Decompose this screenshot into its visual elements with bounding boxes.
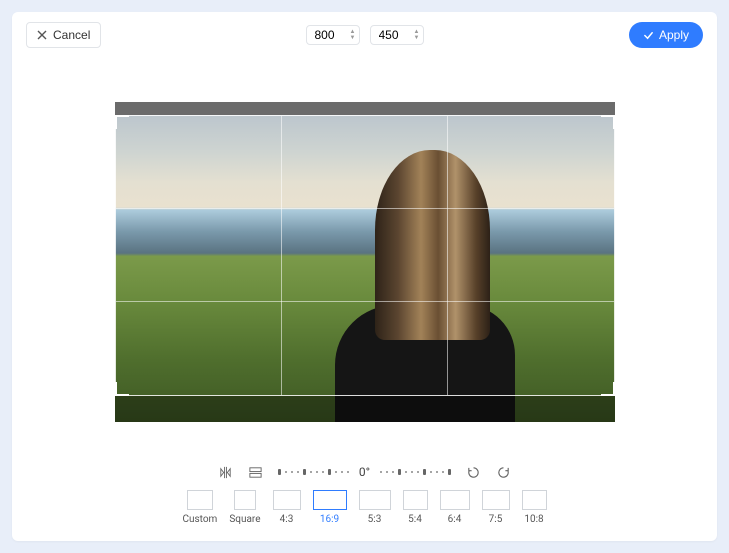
ratio-box-icon: [359, 490, 391, 510]
ratio-option-4-3[interactable]: 4:3: [273, 490, 301, 525]
ratio-option-5-3[interactable]: 5:3: [359, 490, 391, 525]
ratio-box-icon: [234, 490, 256, 510]
crop-handle-tr[interactable]: [601, 115, 615, 129]
ratio-label: 7:5: [489, 514, 503, 525]
ratio-label: Custom: [182, 514, 217, 525]
crop-dim-overlay: [115, 396, 615, 422]
grid-line: [116, 208, 614, 209]
ratio-label: 5:3: [368, 514, 382, 525]
flip-horizontal-icon[interactable]: [218, 464, 234, 480]
ratio-box-icon: [313, 490, 347, 510]
ratio-label: 6:4: [448, 514, 462, 525]
ratio-option-16-9[interactable]: 16:9: [313, 490, 347, 525]
chevron-down-icon[interactable]: ▼: [413, 35, 421, 41]
ratio-box-icon: [403, 490, 428, 510]
ratio-option-10-8[interactable]: 10:8: [522, 490, 547, 525]
ratio-label: 5:4: [408, 514, 422, 525]
cancel-label: Cancel: [53, 28, 90, 42]
image-frame[interactable]: [115, 102, 615, 422]
ratio-option-7-5[interactable]: 7:5: [482, 490, 510, 525]
crop-handle-tl[interactable]: [115, 115, 129, 129]
chevron-down-icon[interactable]: ▼: [349, 35, 357, 41]
image-crop-editor: Cancel ▲ ▼ ▲ ▼ Apply: [12, 12, 717, 541]
apply-label: Apply: [659, 28, 689, 42]
ratio-option-5-4[interactable]: 5:4: [403, 490, 428, 525]
crop-overlay[interactable]: [115, 115, 615, 396]
height-stepper[interactable]: ▲ ▼: [413, 29, 421, 41]
rotate-right-icon[interactable]: [495, 464, 511, 480]
crop-handle-br[interactable]: [601, 382, 615, 396]
angle-value: 0°: [359, 465, 370, 479]
apply-button[interactable]: Apply: [629, 22, 703, 48]
ratio-label: 10:8: [524, 514, 543, 525]
grid-line: [281, 116, 282, 395]
ratio-label: 4:3: [280, 514, 294, 525]
width-field[interactable]: ▲ ▼: [306, 25, 360, 45]
aspect-ratio-row: Custom Square 4:3 16:9 5:3 5:4 6:4 7:5 10:8: [182, 490, 546, 525]
width-input[interactable]: [315, 28, 345, 42]
canvas-area: [12, 59, 717, 454]
height-input[interactable]: [379, 28, 409, 42]
ratio-box-icon: [273, 490, 301, 510]
ratio-box-icon: [440, 490, 470, 510]
rotate-left-icon[interactable]: [465, 464, 481, 480]
ratio-option-square[interactable]: Square: [229, 490, 260, 525]
ratio-option-6-4[interactable]: 6:4: [440, 490, 470, 525]
dimension-controls: ▲ ▼ ▲ ▼: [306, 25, 424, 45]
ratio-box-icon: [522, 490, 547, 510]
bottom-controls: 0° Custom Square 4:3 16:9 5:3 5:4 6:4 7:5 10:8: [12, 454, 717, 541]
ratio-box-icon: [187, 490, 213, 510]
check-icon: [643, 30, 654, 41]
angle-slider[interactable]: 0°: [278, 465, 451, 479]
top-bar: Cancel ▲ ▼ ▲ ▼ Apply: [12, 12, 717, 59]
ratio-label: 16:9: [320, 514, 339, 525]
ratio-label: Square: [229, 514, 260, 525]
grid-line: [116, 301, 614, 302]
crop-handle-bl[interactable]: [115, 382, 129, 396]
rotation-row: 0°: [218, 464, 511, 480]
grid-line: [447, 116, 448, 395]
ratio-box-icon: [482, 490, 510, 510]
height-field[interactable]: ▲ ▼: [370, 25, 424, 45]
cancel-button[interactable]: Cancel: [26, 22, 101, 48]
ratio-option-custom[interactable]: Custom: [182, 490, 217, 525]
close-icon: [37, 30, 47, 40]
flip-vertical-icon[interactable]: [248, 464, 264, 480]
width-stepper[interactable]: ▲ ▼: [349, 29, 357, 41]
